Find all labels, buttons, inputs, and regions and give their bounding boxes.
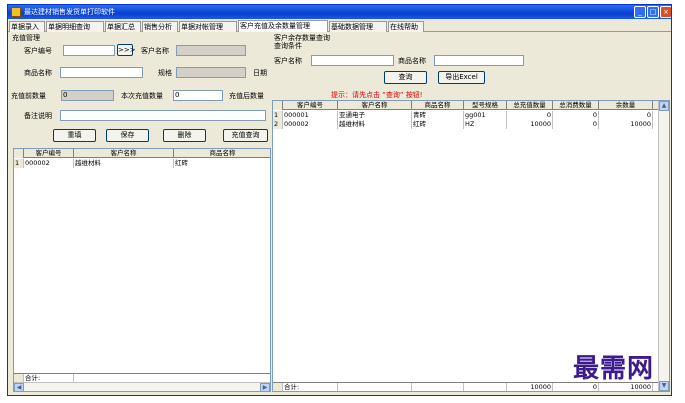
customer-no-label: 客户编号 xyxy=(24,47,52,55)
horizontal-scrollbar[interactable]: ◀ ▶ xyxy=(14,382,270,391)
after-qty-label: 充值后数量 xyxy=(229,92,264,100)
col-spec[interactable]: 型号规格 xyxy=(464,101,507,110)
product-name-label: 商品名称 xyxy=(24,69,52,77)
spec-field xyxy=(176,67,246,78)
scroll-down-icon[interactable]: ▼ xyxy=(659,381,669,391)
row-number: 1 xyxy=(273,111,283,120)
grid-footer: 合计: xyxy=(14,373,270,383)
this-qty-label: 本次充值数量 xyxy=(121,92,163,100)
customer-lookup-button[interactable]: >>> xyxy=(117,44,136,56)
tab-online-help[interactable]: 在线帮助 xyxy=(388,21,424,32)
note-input[interactable] xyxy=(60,110,266,121)
reset-button[interactable]: 重填 xyxy=(53,129,96,142)
r-customer-name-label: 客户名称 xyxy=(274,57,302,65)
tab-customer-recharge[interactable]: 客户充值及余数量管理 xyxy=(238,20,328,32)
grid-header: 客户编号 客户名称 商品名称 xyxy=(14,149,270,158)
col-product-name[interactable]: 商品名称 xyxy=(174,149,270,158)
recharge-query-button[interactable]: 充值查询 xyxy=(223,129,268,142)
row-number: 1 xyxy=(14,159,24,168)
grid-header: 客户编号 客户名称 商品名称 型号规格 总充值数量 总消费数量 余数量 xyxy=(273,101,669,110)
table-row[interactable]: 1 000001 亚通电子 青砖 gg001 0 0 0 xyxy=(273,111,669,120)
export-excel-button[interactable]: 导出Excel xyxy=(438,71,485,84)
window-title: 最达建材销售发货单打印软件 xyxy=(24,8,115,16)
watermark-logo: 最需网 xyxy=(573,354,655,384)
scroll-left-icon[interactable]: ◀ xyxy=(14,383,24,391)
tab-reconciliation[interactable]: 单据对帐管理 xyxy=(179,21,237,32)
row-number: 2 xyxy=(273,120,283,129)
tab-entry[interactable]: 单据录入 xyxy=(9,21,45,32)
before-qty-field: 0 xyxy=(61,90,114,101)
maximize-button[interactable]: □ xyxy=(647,6,659,18)
minimize-button[interactable]: _ xyxy=(634,6,646,18)
recharge-grid: 客户编号 客户名称 商品名称 1 000002 越维材料 红砖 合计: ◀ ▶ xyxy=(13,148,271,392)
footer-total-recharge: 10000 xyxy=(507,383,553,391)
tab-summary[interactable]: 单据汇总 xyxy=(105,21,141,32)
col-customer-name[interactable]: 客户名称 xyxy=(74,149,174,158)
title-bar: 最达建材销售发货单打印软件 _ □ × xyxy=(8,5,671,19)
r-customer-name-input[interactable] xyxy=(311,55,394,66)
footer-label: 合计: xyxy=(283,383,338,391)
col-total-consumed[interactable]: 总消费数量 xyxy=(553,101,599,110)
delete-button[interactable]: 删除 xyxy=(163,129,206,142)
r-product-name-label: 商品名称 xyxy=(398,57,426,65)
tab-sales-analysis[interactable]: 销售分析 xyxy=(142,21,178,32)
note-label: 备注说明 xyxy=(24,112,52,120)
app-window: 最达建材销售发货单打印软件 _ □ × 单据录入 单据明细查询 单据汇总 销售分… xyxy=(7,4,672,396)
table-row[interactable]: 1 000002 越维材料 红砖 xyxy=(14,159,270,168)
vertical-scrollbar[interactable]: ▲ ▼ xyxy=(658,101,669,391)
hint-text: 提示：请先点击 “查询” 按钮! xyxy=(331,91,423,99)
query-button[interactable]: 查询 xyxy=(384,71,427,84)
spec-label: 规格 xyxy=(158,69,172,77)
col-customer-no[interactable]: 客户编号 xyxy=(283,101,338,110)
customer-no-input[interactable] xyxy=(63,45,115,56)
r-product-name-input[interactable] xyxy=(434,55,524,66)
balance-grid: 客户编号 客户名称 商品名称 型号规格 总充值数量 总消费数量 余数量 1 00… xyxy=(272,100,670,392)
tab-detail-query[interactable]: 单据明细查询 xyxy=(46,21,104,32)
this-qty-input[interactable]: 0 xyxy=(173,90,223,101)
app-icon xyxy=(11,7,21,17)
col-customer-no[interactable]: 客户编号 xyxy=(24,149,74,158)
customer-name-label: 客户名称 xyxy=(141,47,169,55)
query-conditions-title: 查询条件 xyxy=(274,42,302,50)
col-total-recharge[interactable]: 总充值数量 xyxy=(507,101,553,110)
scroll-right-icon[interactable]: ▶ xyxy=(260,383,270,391)
save-button[interactable]: 保存 xyxy=(106,129,149,142)
col-customer-name[interactable]: 客户名称 xyxy=(338,101,412,110)
scroll-up-icon[interactable]: ▲ xyxy=(659,101,669,111)
date-label: 日期 xyxy=(253,69,267,77)
customer-name-field xyxy=(176,45,246,56)
recharge-group-title: 充值管理 xyxy=(12,34,40,42)
col-balance[interactable]: 余数量 xyxy=(599,101,653,110)
tab-bar: 单据录入 单据明细查询 单据汇总 销售分析 单据对帐管理 客户充值及余数量管理 … xyxy=(8,20,671,32)
close-button[interactable]: × xyxy=(660,6,671,18)
col-product-name[interactable]: 商品名称 xyxy=(412,101,464,110)
tab-base-data[interactable]: 基础数据管理 xyxy=(329,21,387,32)
product-name-input[interactable] xyxy=(60,67,143,78)
before-qty-label: 充值前数量 xyxy=(11,92,46,100)
table-row[interactable]: 2 000002 越维材料 红砖 HZ 10000 0 10000 xyxy=(273,120,669,129)
